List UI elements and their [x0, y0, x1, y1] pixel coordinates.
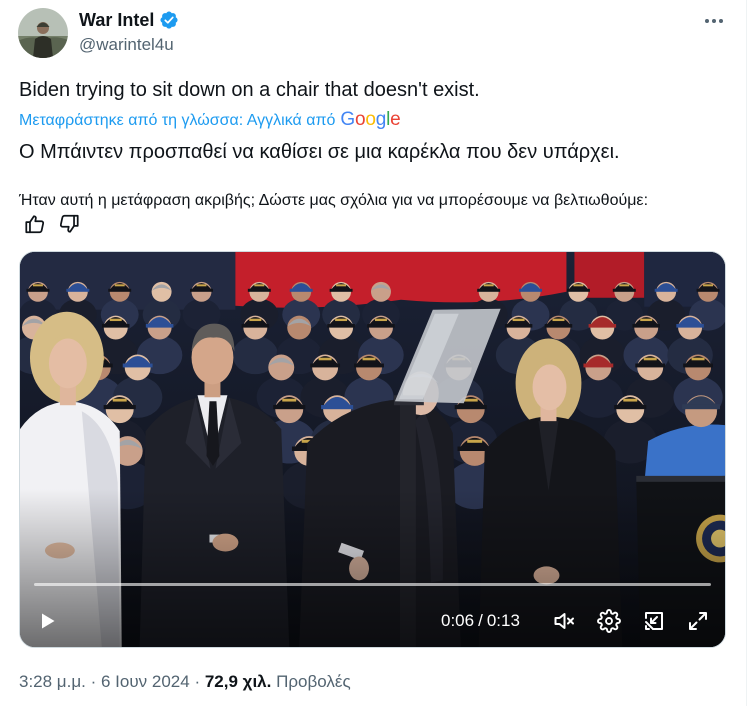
verified-badge-icon — [160, 11, 178, 29]
thumbs-up-icon[interactable] — [24, 213, 46, 235]
google-logo-letter: o — [354, 109, 366, 130]
author-handle[interactable]: @warintel4u — [79, 33, 174, 57]
author-name[interactable]: War Intel — [79, 8, 154, 32]
tweet-time[interactable]: 3:28 μ.μ. — [19, 672, 86, 691]
translated-text: Ο Μπάιντεν προσπαθεί να καθίσει σε μια κ… — [19, 141, 620, 163]
more-horizontal-icon[interactable] — [702, 9, 726, 33]
tweet-text: Biden trying to sit down on a chair that… — [19, 79, 480, 101]
volume-muted-icon[interactable] — [552, 609, 576, 633]
avatar[interactable] — [18, 8, 68, 58]
meta-separator: · — [194, 672, 201, 691]
translation-attribution: Μεταφράστηκε από τη γλώσσα: Αγγλικά από … — [19, 108, 401, 132]
video-duration: 0:13 — [486, 611, 520, 630]
video-time-separator: / — [478, 611, 483, 630]
tweet-meta: 3:28 μ.μ. · 6 Ιουν 2024 · 72,9 χιλ. Προβ… — [19, 671, 351, 693]
video-frame — [20, 252, 725, 647]
video-time: 0:06/0:13 — [441, 610, 520, 632]
video-bottom-shade — [20, 252, 725, 647]
google-logo: Google — [340, 108, 400, 132]
google-logo-letter: o — [365, 109, 376, 130]
video-current-time: 0:06 — [441, 611, 475, 630]
avatar-image — [18, 8, 68, 58]
translation-feedback-question: Ήταν αυτή η μετάφραση ακριβής; Δώστε μας… — [19, 192, 649, 209]
video-player[interactable]: 0:06/0:13 — [19, 251, 726, 648]
tweet-date[interactable]: 6 Ιουν 2024 — [101, 672, 190, 691]
google-logo-letter: g — [375, 109, 387, 130]
picture-in-picture-icon[interactable] — [642, 609, 666, 633]
play-icon[interactable] — [35, 609, 59, 633]
video-progress-bar[interactable] — [34, 583, 711, 586]
translation-feedback-buttons — [24, 213, 80, 235]
card-right-border — [746, 0, 747, 706]
fullscreen-icon[interactable] — [686, 609, 710, 633]
google-logo-letter: e — [390, 109, 401, 130]
settings-gear-icon[interactable] — [597, 609, 621, 633]
translation-label: Μεταφράστηκε από τη γλώσσα: Αγγλικά από — [19, 112, 336, 129]
thumbs-down-icon[interactable] — [58, 213, 80, 235]
google-logo-letter: G — [340, 109, 355, 130]
views-count: 72,9 χιλ. — [204, 672, 272, 691]
meta-separator: · — [90, 672, 97, 691]
views-label: Προβολές — [276, 672, 351, 691]
author-name-row: War Intel — [79, 8, 179, 32]
